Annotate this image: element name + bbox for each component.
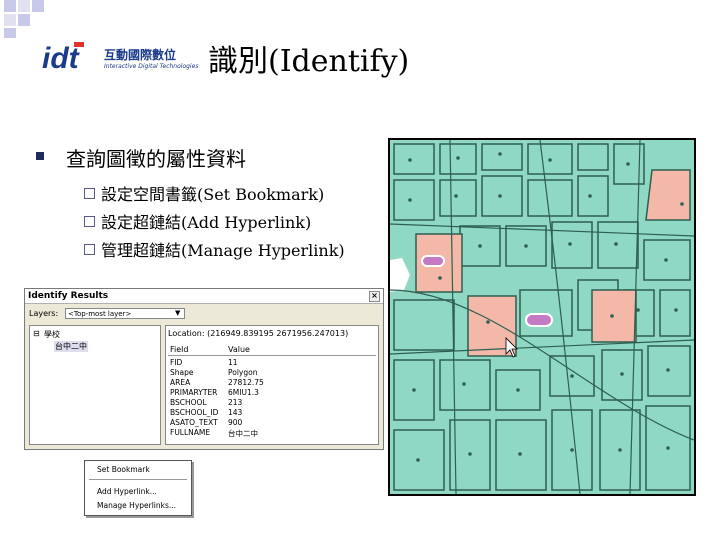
slide-title: 識別(Identify) bbox=[208, 44, 410, 79]
field-cell: BSCHOOL_ID bbox=[170, 408, 219, 417]
layers-select[interactable]: <Top-most layer> bbox=[65, 308, 185, 319]
menu-item-add-hyperlink[interactable]: Add Hyperlink... bbox=[97, 487, 157, 496]
main-bullet-text: 查詢圖徵的屬性資料 bbox=[66, 147, 246, 171]
identify-results-window: Identify Results × Layers: <Top-most lay… bbox=[24, 288, 384, 450]
value-cell: 213 bbox=[228, 398, 243, 407]
window-titlebar[interactable]: Identify Results × bbox=[25, 289, 383, 304]
value-cell: 143 bbox=[228, 408, 243, 417]
location-readout: Location: (216949.839195 2671956.247013) bbox=[168, 329, 349, 338]
layers-row: Layers: <Top-most layer> ▼ bbox=[29, 308, 185, 319]
field-cell: ASATO_TEXT bbox=[170, 418, 218, 427]
attribute-grid-header: Field Value bbox=[168, 344, 376, 356]
company-logo: idt 互動國際數位 Interactive Digital Technolog… bbox=[40, 38, 200, 78]
checkbox-bullet-icon bbox=[84, 244, 95, 255]
menu-item-manage-hyperlinks[interactable]: Manage Hyperlinks... bbox=[97, 501, 176, 510]
sub-bullet-text: 管理超鏈結(Manage Hyperlink) bbox=[101, 241, 345, 260]
value-cell: 11 bbox=[228, 358, 238, 367]
tree-item-layer[interactable]: 學校 bbox=[44, 329, 60, 340]
map-canvas[interactable] bbox=[390, 140, 694, 494]
square-bullet-icon bbox=[36, 152, 44, 160]
sub-bullet-text: 設定超鏈結(Add Hyperlink) bbox=[101, 213, 312, 232]
sub-bullet: 設定空間書籤(Set Bookmark) bbox=[84, 181, 324, 205]
field-cell: FULLNAME bbox=[170, 428, 211, 437]
field-cell: PRIMARYTER bbox=[170, 388, 218, 397]
value-cell: 27812.75 bbox=[228, 378, 264, 387]
attribute-panel: Location: (216949.839195 2671956.247013)… bbox=[165, 325, 379, 445]
logo-subtext: Interactive Digital Technologies bbox=[104, 63, 199, 70]
menu-divider bbox=[89, 479, 187, 480]
sub-bullet: 設定超鏈結(Add Hyperlink) bbox=[84, 209, 311, 233]
checkbox-bullet-icon bbox=[84, 216, 95, 227]
field-cell: BSCHOOL bbox=[170, 398, 207, 407]
context-menu: Set Bookmark Add Hyperlink... Manage Hyp… bbox=[84, 460, 192, 516]
field-cell: Shape bbox=[170, 368, 194, 377]
chevron-down-icon[interactable]: ▼ bbox=[175, 309, 180, 317]
sub-bullet: 管理超鏈結(Manage Hyperlink) bbox=[84, 237, 345, 261]
tree-item-feature[interactable]: 台中二中 bbox=[54, 341, 88, 352]
value-cell: 6MIU1.3 bbox=[228, 388, 259, 397]
column-header-value: Value bbox=[228, 345, 250, 354]
value-cell: 台中二中 bbox=[228, 429, 258, 438]
value-cell: Polygon bbox=[228, 368, 258, 377]
value-cell: 900 bbox=[228, 418, 243, 427]
window-title: Identify Results bbox=[28, 291, 109, 301]
menu-item-set-bookmark[interactable]: Set Bookmark bbox=[97, 465, 150, 474]
sub-bullet-text: 設定空間書籤(Set Bookmark) bbox=[101, 185, 325, 204]
map-view[interactable] bbox=[388, 138, 696, 496]
results-tree: ⊟ 學校 台中二中 bbox=[29, 325, 161, 445]
field-cell: FID bbox=[170, 358, 183, 367]
close-icon[interactable]: × bbox=[369, 291, 380, 302]
field-cell: AREA bbox=[170, 378, 191, 387]
logo-text: 互動國際數位 bbox=[104, 48, 177, 62]
decorative-squares bbox=[4, 0, 44, 38]
tree-expander-icon[interactable]: ⊟ bbox=[33, 329, 40, 338]
column-header-field: Field bbox=[170, 345, 189, 354]
checkbox-bullet-icon bbox=[84, 188, 95, 199]
layers-label: Layers: bbox=[29, 309, 59, 318]
